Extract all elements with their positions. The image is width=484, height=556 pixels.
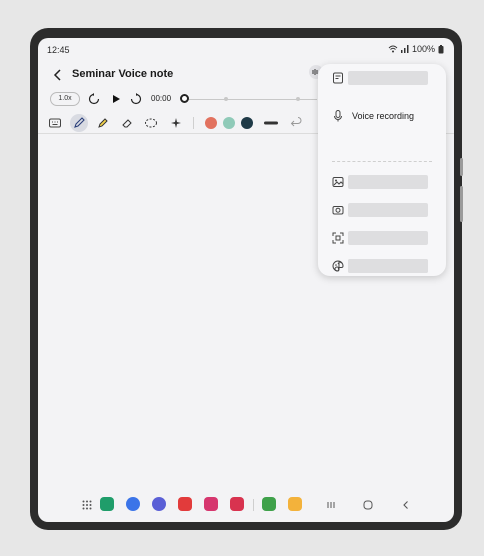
progress-thumb[interactable] [180,94,189,103]
menu-item-voice-recording[interactable]: Voice recording [318,106,446,126]
camera-app-icon[interactable] [230,497,244,511]
side-key [460,186,463,222]
progress-marker [224,97,228,101]
color-swatch-mint[interactable] [223,117,235,129]
volume-button [460,158,463,176]
highlighter-icon[interactable] [95,115,111,131]
color-swatch-navy[interactable] [241,117,253,129]
stroke-thickness-icon[interactable] [263,115,279,131]
files-app-icon[interactable] [288,497,302,511]
toolbar-divider [193,117,194,129]
screen: 12:45 100% Seminar Voice note 1.0x 00:00… [38,38,454,522]
ai-assist-icon[interactable] [168,115,184,131]
playback-speed-button[interactable]: 1.0x [50,92,80,106]
lasso-icon[interactable] [143,115,159,131]
back-nav-icon[interactable] [400,499,412,511]
scan-icon [332,232,344,244]
menu-item-label-placeholder [348,71,428,85]
home-icon[interactable] [362,499,374,511]
voice-recording-label: Voice recording [352,111,415,121]
status-bar: 12:45 100% [38,38,454,60]
color-swatch-coral[interactable] [205,117,217,129]
notes-app-icon[interactable] [178,497,192,511]
flower-app-icon[interactable] [204,497,218,511]
status-icons: 100% [388,44,444,54]
back-arrow-icon[interactable] [50,67,66,83]
app-drawer-icon[interactable] [81,499,93,511]
insert-menu: Voice recording [318,64,446,276]
wifi-icon [388,45,398,53]
eraser-icon[interactable] [119,115,135,131]
screenshot: 12:45 100% Seminar Voice note 1.0x 00:00… [0,0,484,556]
status-time: 12:45 [47,45,70,55]
phone-app-icon[interactable] [100,497,114,511]
image-icon [332,176,344,188]
undo-icon[interactable] [288,115,304,131]
messages-app-icon[interactable] [126,497,140,511]
note-file-icon [332,72,344,84]
menu-item-scan[interactable] [318,228,446,248]
menu-item-label-placeholder [348,259,428,273]
menu-item-note-file[interactable] [318,68,446,88]
menu-item-label-placeholder [348,231,428,245]
page-title: Seminar Voice note [72,68,174,80]
menu-item-label-placeholder [348,203,428,217]
menu-item-camera[interactable] [318,200,446,220]
playback-time: 00:00 [151,94,172,103]
taskbar [38,494,454,516]
progress-marker [296,97,300,101]
signal-icon [400,45,409,53]
taskbar-divider [253,499,254,511]
menu-item-palette[interactable] [318,256,446,276]
calculator-app-icon[interactable] [262,497,276,511]
battery-icon [438,44,444,54]
rewind-icon[interactable] [88,93,100,105]
palette-icon [332,260,344,272]
microphone-icon [332,110,344,122]
menu-item-image[interactable] [318,172,446,192]
internet-app-icon[interactable] [152,497,166,511]
battery-percent: 100% [411,44,435,54]
keyboard-icon[interactable] [47,115,63,131]
menu-item-label-placeholder [348,175,428,189]
fast-forward-icon[interactable] [130,93,142,105]
menu-divider [332,161,432,162]
play-icon[interactable] [110,93,122,105]
recents-icon[interactable] [325,499,337,511]
pen-icon[interactable] [70,114,88,132]
camera-icon [332,204,344,216]
